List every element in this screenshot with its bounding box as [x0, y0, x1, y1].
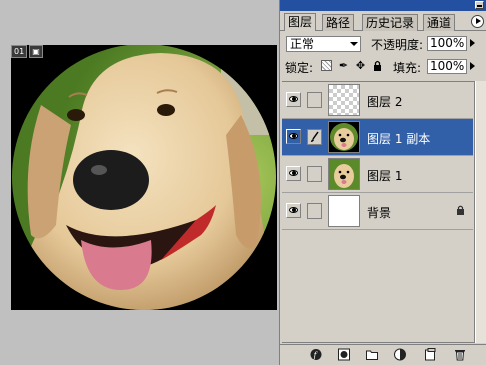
layer-row-background[interactable]: 背景	[282, 193, 473, 230]
mask-icon[interactable]	[338, 348, 350, 361]
layer-link-slot[interactable]	[307, 129, 322, 145]
layer-row[interactable]: 图层 2	[282, 82, 473, 119]
lock-all-icon[interactable]	[372, 60, 383, 71]
new-group-icon[interactable]	[366, 348, 378, 361]
blend-row: 正常 不透明度: 100%	[280, 31, 486, 55]
panel-title-bar	[280, 0, 486, 11]
adjustment-layer-icon[interactable]	[394, 348, 406, 361]
layers-panel: 图层 路径 历史记录 通道 正常 不透明度: 100% 锁定: ✒ ✥ 填充: …	[279, 0, 486, 365]
panel-menu-arrow-icon[interactable]	[471, 15, 484, 28]
fill-input[interactable]: 100%	[427, 59, 467, 74]
tab-history[interactable]: 历史记录	[362, 14, 419, 31]
layer-name: 图层 2	[367, 95, 403, 109]
layer-list-scrollbar[interactable]	[475, 81, 486, 343]
opacity-label: 不透明度:	[371, 38, 424, 52]
canvas-area: 01 ▣	[0, 0, 279, 365]
layer-name: 背景	[367, 206, 392, 220]
lock-icon	[457, 205, 464, 215]
layer-thumbnail	[328, 121, 360, 153]
blend-mode-select[interactable]: 正常	[286, 36, 361, 52]
paintbrush-icon	[311, 131, 319, 142]
document-icon: ▣	[29, 45, 43, 58]
lock-row: 锁定: ✒ ✥ 填充: 100%	[280, 55, 486, 81]
layer-row-selected[interactable]: 图层 1 副本	[282, 119, 473, 156]
panel-bottom-toolbar: f	[280, 344, 486, 365]
visibility-eye-icon[interactable]	[286, 129, 301, 144]
lock-pixels-icon[interactable]: ✒	[338, 60, 349, 71]
delete-layer-icon[interactable]	[454, 348, 466, 361]
document-tag: 01 ▣	[11, 45, 43, 58]
tab-layers[interactable]: 图层	[284, 13, 317, 31]
tab-paths[interactable]: 路径	[322, 14, 355, 31]
fill-label: 填充:	[393, 61, 422, 75]
dog-photo	[12, 45, 276, 310]
lock-transparency-icon[interactable]	[321, 60, 332, 71]
lock-label: 锁定:	[285, 61, 314, 75]
document-number: 01	[11, 45, 28, 58]
layer-link-slot[interactable]	[307, 203, 322, 219]
layer-thumbnail	[328, 158, 360, 190]
panel-tabs: 图层 路径 历史记录 通道	[280, 11, 486, 31]
lock-position-icon[interactable]: ✥	[355, 60, 366, 71]
layer-link-slot[interactable]	[307, 166, 322, 182]
opacity-input[interactable]: 100%	[427, 36, 467, 51]
opacity-slider-arrow-icon[interactable]	[469, 36, 477, 51]
new-layer-icon[interactable]	[424, 348, 436, 361]
layer-list: 图层 2 图层 1 副本 图层 1 背景	[282, 81, 475, 343]
layer-name: 图层 1	[367, 169, 403, 183]
layer-style-icon[interactable]: f	[310, 348, 322, 361]
layer-row[interactable]: 图层 1	[282, 156, 473, 193]
visibility-eye-icon[interactable]	[286, 92, 301, 107]
chevron-down-icon	[350, 42, 358, 46]
blend-mode-value: 正常	[290, 37, 315, 51]
layer-thumbnail	[328, 195, 360, 227]
fill-slider-arrow-icon[interactable]	[469, 59, 477, 74]
layer-name: 图层 1 副本	[367, 132, 431, 146]
visibility-eye-icon[interactable]	[286, 166, 301, 181]
panel-minimize-button[interactable]	[475, 1, 484, 9]
layer-link-slot[interactable]	[307, 92, 322, 108]
layer-thumbnail	[328, 84, 360, 116]
document-canvas[interactable]: 01 ▣	[11, 45, 277, 310]
tab-channels[interactable]: 通道	[423, 14, 456, 31]
visibility-eye-icon[interactable]	[286, 203, 301, 218]
